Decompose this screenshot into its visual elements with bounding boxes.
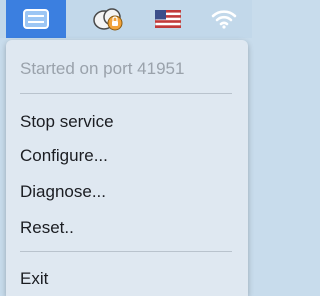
- cloud-sync-icon: [93, 8, 123, 31]
- status-text: Started on port 41951: [20, 59, 185, 78]
- us-flag-icon: [155, 10, 181, 28]
- diagnose-menu-item[interactable]: Diagnose...: [20, 181, 106, 203]
- exit-menu-item[interactable]: Exit: [20, 268, 48, 290]
- tray-input-source-button[interactable]: [148, 0, 188, 38]
- menu-separator: [20, 251, 232, 252]
- menu-bar: [0, 0, 252, 38]
- configure-menu-item[interactable]: Configure...: [20, 145, 108, 167]
- tray-cloud-button[interactable]: [86, 0, 132, 38]
- tray-app-button[interactable]: [6, 0, 66, 38]
- reset-menu-item[interactable]: Reset..: [20, 217, 74, 239]
- tray-wifi-button[interactable]: [204, 0, 244, 38]
- dropdown-menu: Started on port 41951 Stop service Confi…: [6, 40, 248, 296]
- app-window-icon: [23, 9, 49, 29]
- stop-service-menu-item[interactable]: Stop service: [20, 111, 114, 133]
- menu-separator: [20, 93, 232, 94]
- wifi-icon: [211, 10, 237, 29]
